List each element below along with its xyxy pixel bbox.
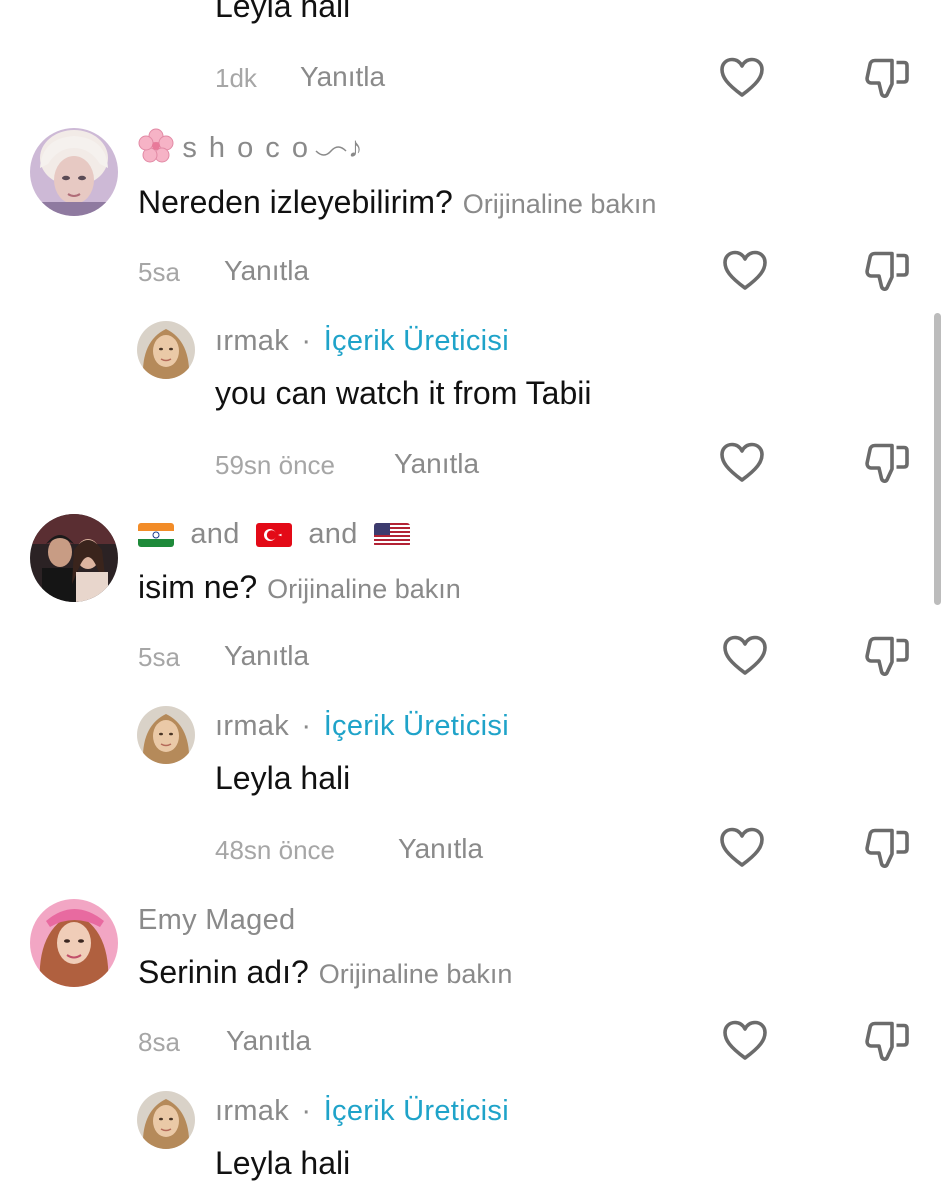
reply-timestamp: 59sn önce [215,450,335,480]
heart-icon[interactable] [717,53,767,103]
reply-username-line: ırmak · İçerik Üreticisi [215,710,509,743]
reply-text: you can watch it from Tabii [215,375,592,411]
comment-text-line: isim ne? Orijinaline bakın [138,569,461,606]
reply-button[interactable]: Yanıtla [226,1025,311,1057]
reply-button[interactable]: Yanıtla [224,255,309,287]
wave-decoration-icon [315,146,347,157]
comment-text-line: Nereden izleyebilirim? Orijinaline bakın [138,184,656,221]
india-flag [138,523,174,548]
comment-text-line: Serinin adı? Orijinaline bakın [138,954,512,991]
creator-badge: İçerik Üreticisi [323,325,509,357]
reply-text: Leyla hali [215,1145,351,1181]
dislike-icon[interactable] [862,438,912,488]
separator: · [301,710,312,742]
separator: · [301,325,312,357]
comment-timestamp: 5sa [138,642,180,672]
see-original-link[interactable]: Orijinaline bakın [319,959,513,989]
reply-username[interactable]: ırmak [215,710,289,742]
dislike-icon[interactable] [862,823,912,873]
heart-icon[interactable] [720,1016,770,1066]
dislike-icon[interactable] [862,246,912,296]
reply-username[interactable]: ırmak [215,1095,289,1127]
turkey-flag [256,523,293,548]
heart-icon[interactable] [717,823,767,873]
heart-icon[interactable] [720,246,770,296]
reply-button[interactable]: Yanıtla [394,448,479,480]
avatar[interactable] [137,706,195,764]
comment-text: Serinin adı? [138,954,309,990]
avatar[interactable] [137,1091,195,1149]
comment-timestamp: 8sa [138,1027,180,1057]
reply-button[interactable]: Yanıtla [398,833,483,865]
comment-text: isim ne? [138,569,258,605]
cherry-blossom-icon [138,128,174,163]
reply-timestamp: 48sn önce [215,835,335,865]
reply-text: Leyla hali [215,760,351,796]
reply-username[interactable]: ırmak [215,325,289,357]
dislike-icon[interactable] [862,631,912,681]
comment-timestamp: 5sa [138,257,180,287]
dislike-icon[interactable] [862,1016,912,1066]
reply-username-line: ırmak · İçerik Üreticisi [215,1095,509,1128]
dislike-icon[interactable] [862,53,912,103]
comment-username[interactable]: and and [138,518,411,551]
reply-username-line: ırmak · İçerik Üreticisi [215,325,509,358]
scrollbar[interactable] [934,313,941,605]
see-original-link[interactable]: Orijinaline bakın [267,574,461,604]
usa-flag [374,523,411,548]
creator-badge: İçerik Üreticisi [323,1095,509,1127]
avatar[interactable] [30,128,118,216]
comment-timestamp: 1dk [215,63,257,93]
comment-text: Nereden izleyebilirim? [138,184,453,220]
avatar[interactable] [30,899,118,987]
creator-badge: İçerik Üreticisi [323,710,509,742]
heart-icon[interactable] [720,631,770,681]
avatar[interactable] [30,514,118,602]
avatar[interactable] [137,321,195,379]
heart-icon[interactable] [717,438,767,488]
comment-text: Leyla hali [215,0,351,24]
see-original-link[interactable]: Orijinaline bakın [463,189,657,219]
reply-button[interactable]: Yanıtla [300,61,385,93]
separator: · [301,1095,312,1127]
comment-username[interactable]: Emy Maged [138,904,295,937]
reply-button[interactable]: Yanıtla [224,640,309,672]
comment-username[interactable]: s h o c o ♪ [138,128,363,165]
